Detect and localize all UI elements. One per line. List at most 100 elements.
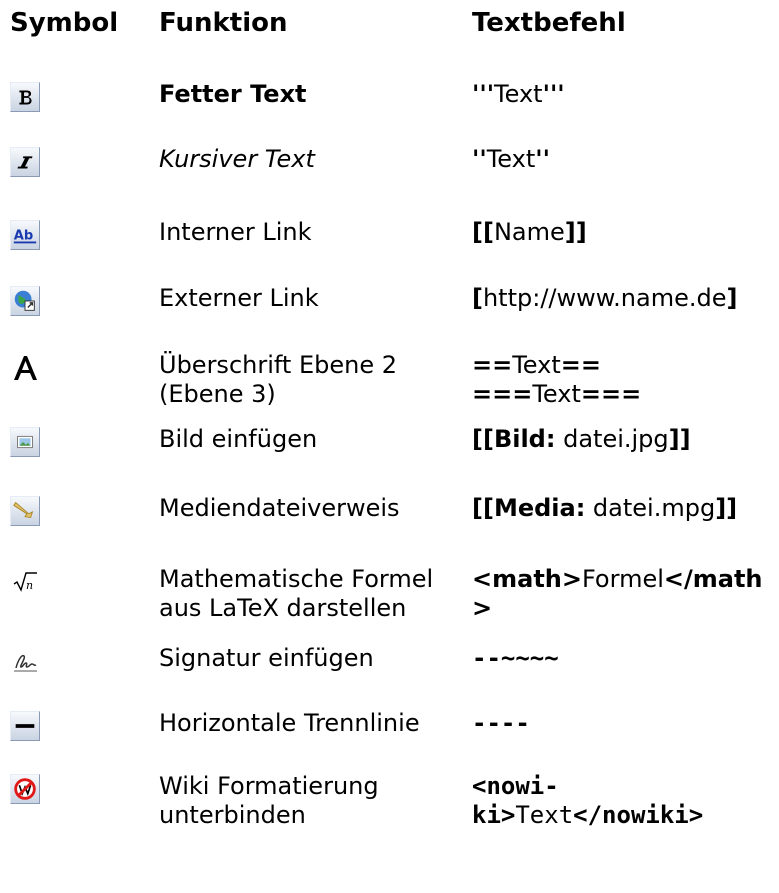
command-line: ===Text=== [472, 380, 641, 409]
command-cell: ''Text'' [472, 145, 550, 174]
command-line: [[Bild: datei.jpg]] [472, 425, 691, 454]
svg-text:Ab: Ab [14, 229, 33, 244]
function-text: Externer Link [159, 284, 319, 312]
function-text: Kursiver Text [159, 145, 315, 173]
command-segment: [ [472, 284, 483, 312]
command-segment: == [472, 351, 513, 379]
command-segment: Name [493, 218, 565, 246]
svg-text:n: n [26, 579, 33, 592]
command-segment: ''' [472, 80, 495, 108]
function-text: Signatur einfügen [159, 644, 374, 672]
command-line: ==Text== [472, 351, 641, 380]
function-cell: Interner Link [159, 218, 312, 247]
command-segment: === [580, 380, 642, 408]
command-segment: <math> [472, 565, 582, 593]
command-line: --~~~~ [472, 644, 559, 673]
signature-icon[interactable] [10, 646, 40, 676]
function-text: Mathematische Formel [159, 565, 434, 593]
command-line: ---- [472, 709, 530, 738]
function-text: Mediendateiverweis [159, 494, 400, 522]
command-segment: </nowiki> [573, 801, 704, 829]
function-cell: Wiki Formatierung unterbinden [159, 772, 379, 830]
command-segment: Text [494, 80, 543, 108]
command-cell: <math>Formel</math > [472, 565, 763, 623]
command-segment: <nowi- [472, 772, 559, 800]
command-line: <math>Formel</math [472, 565, 763, 594]
command-cell: --~~~~ [472, 644, 559, 673]
command-segment: [[Media: [472, 494, 586, 522]
command-segment: ]] [668, 425, 691, 453]
command-cell: [[Media: datei.mpg]] [472, 494, 737, 523]
header-symbol: Symbol [10, 8, 119, 38]
command-segment: http://www.name.de [482, 284, 727, 312]
command-line: [[Name]] [472, 218, 587, 247]
italic-icon[interactable] [10, 147, 40, 177]
function-text: (Ebene 3) [159, 380, 276, 408]
command-line: [[Media: datei.mpg]] [472, 494, 737, 523]
command-cell: <nowi-ki>Text</nowiki> [472, 772, 703, 830]
command-line: > [472, 594, 763, 623]
command-segment: datei.jpg [555, 425, 669, 453]
command-segment: == [560, 351, 601, 379]
function-cell: Mathematische Formel aus LaTeX darstellen [159, 565, 433, 623]
nowiki-icon[interactable] [10, 774, 40, 804]
command-segment: > [472, 594, 493, 622]
function-text: Bild einfügen [159, 425, 318, 453]
command-segment: Text [486, 145, 536, 173]
command-cell: [http://www.name.de] [472, 284, 737, 313]
command-line: <nowi- [472, 772, 703, 801]
command-cell: ==Text== ===Text=== [472, 351, 641, 409]
bold-icon[interactable] [10, 82, 40, 112]
media-icon[interactable] [10, 496, 40, 526]
function-cell: Horizontale Trennlinie [159, 709, 420, 738]
function-text: Wiki Formatierung [159, 772, 379, 800]
command-segment: ''' [542, 80, 565, 108]
command-segment: Formel [581, 565, 664, 593]
command-cell: ---- [472, 709, 530, 738]
command-segment: datei.mpg [585, 494, 716, 522]
function-text: Horizontale Trennlinie [159, 709, 420, 737]
function-text: aus LaTeX darstellen [159, 594, 407, 622]
function-text: Interner Link [159, 218, 312, 246]
function-cell: Fetter Text [159, 80, 307, 109]
command-cell: '''Text''' [472, 80, 565, 109]
command-segment: [[ [472, 218, 494, 246]
command-segment: Text [532, 380, 581, 408]
header-function: Funktion [159, 8, 288, 38]
function-cell: Signatur einfügen [159, 644, 374, 673]
command-segment: ]] [564, 218, 587, 246]
function-cell: Externer Link [159, 284, 319, 313]
image-icon[interactable] [10, 427, 40, 457]
command-line: ''Text'' [472, 145, 550, 174]
header-command: Textbefehl [472, 8, 626, 38]
horizontal-line-icon[interactable] [10, 711, 40, 741]
command-segment: [[Bild: [472, 425, 556, 453]
command-segment: </math [663, 565, 763, 593]
headline-icon[interactable] [10, 353, 40, 383]
command-segment: ---- [472, 709, 530, 737]
command-segment: ]] [715, 494, 738, 522]
command-line: '''Text''' [472, 80, 565, 109]
command-segment: --~~~~ [472, 644, 559, 672]
command-segment: ki> [472, 801, 516, 829]
command-line: ki>Text</nowiki> [472, 801, 703, 830]
function-text: Fetter Text [159, 80, 307, 108]
command-segment: Text [512, 351, 561, 379]
command-segment: === [472, 380, 533, 408]
command-segment: '' [472, 145, 487, 173]
function-cell: Bild einfügen [159, 425, 317, 454]
function-text: unterbinden [159, 801, 306, 829]
math-icon[interactable]: n [10, 567, 40, 597]
command-segment: '' [535, 145, 550, 173]
function-cell: Mediendateiverweis [159, 494, 400, 523]
internal-link-icon[interactable]: Ab [10, 220, 40, 250]
command-segment: ] [726, 284, 738, 312]
command-line: [http://www.name.de] [472, 284, 737, 313]
command-cell: [[Name]] [472, 218, 587, 247]
external-link-icon[interactable] [10, 286, 40, 316]
function-text: Überschrift Ebene 2 [159, 351, 397, 379]
command-cell: [[Bild: datei.jpg]] [472, 425, 691, 454]
function-cell: Überschrift Ebene 2 (Ebene 3) [159, 351, 397, 409]
command-segment: Text [515, 801, 574, 829]
function-cell: Kursiver Text [159, 145, 315, 174]
